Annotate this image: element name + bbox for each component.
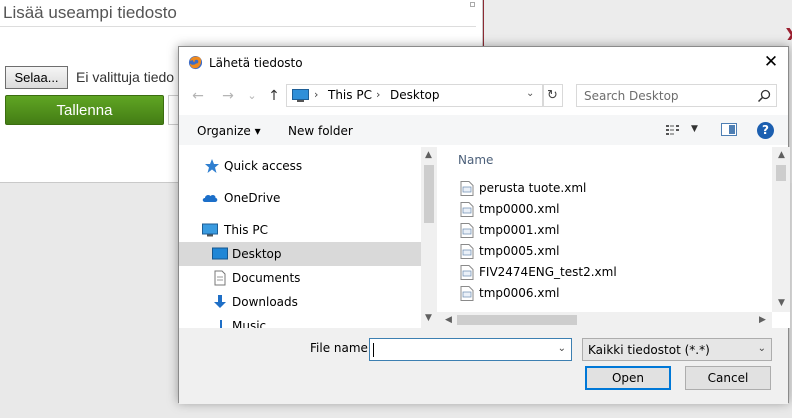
nav-item-label: Downloads xyxy=(232,295,298,309)
file-name: perusta tuote.xml xyxy=(479,181,587,195)
file-type-value: Kaikki tiedostot (*.*) xyxy=(588,343,710,357)
file-name: tmp0005.xml xyxy=(479,244,560,258)
file-name: tmp0006.xml xyxy=(479,286,560,300)
scroll-left-icon[interactable]: ◀ xyxy=(441,315,456,325)
browse-button[interactable]: Selaa... xyxy=(5,66,68,89)
file-name: tmp0000.xml xyxy=(479,202,560,216)
recent-locations-icon[interactable]: ⌄ xyxy=(243,87,261,105)
nav-item-label: Music xyxy=(232,319,267,328)
column-header-name[interactable]: Name xyxy=(458,153,493,167)
file-name: FIV2474ENG_test2.xml xyxy=(479,265,617,279)
help-icon[interactable]: ? xyxy=(757,122,774,139)
nav-item-onedrive[interactable]: OneDrive xyxy=(179,186,421,210)
chevron-down-icon[interactable]: ⌄ xyxy=(526,88,534,99)
document-icon xyxy=(214,270,226,286)
scroll-up-icon[interactable]: ▲ xyxy=(774,150,789,160)
up-icon[interactable]: ↑ xyxy=(265,87,283,105)
nav-item-label: Desktop xyxy=(232,247,282,261)
preview-pane-icon[interactable] xyxy=(721,123,737,136)
nav-item-label: OneDrive xyxy=(224,191,281,205)
chevron-down-icon[interactable]: ⌄ xyxy=(558,343,566,354)
resize-handle[interactable] xyxy=(470,2,475,7)
list-item[interactable]: perusta tuote.xml xyxy=(460,178,760,199)
nav-item-quick-access[interactable]: Quick access xyxy=(179,154,421,178)
breadcrumb-this-pc[interactable]: This PC xyxy=(328,88,372,102)
open-button[interactable]: Open xyxy=(585,366,671,390)
breadcrumb-separator[interactable]: › xyxy=(376,88,380,101)
file-name: tmp0001.xml xyxy=(479,223,560,237)
nav-item-label: This PC xyxy=(224,223,268,237)
list-item[interactable]: FIV2474ENG_test2.xml xyxy=(460,262,760,283)
breadcrumb-separator: › xyxy=(314,88,319,101)
nav-item-documents[interactable]: Documents xyxy=(179,266,421,290)
file-type-select[interactable]: Kaikki tiedostot (*.*) ⌄ xyxy=(582,338,772,361)
back-icon[interactable]: ← xyxy=(189,87,207,105)
navigation-pane: Quick access OneDrive This PC Desktop Do… xyxy=(179,147,437,328)
scroll-right-icon[interactable]: ▶ xyxy=(755,315,770,325)
scroll-down-icon[interactable]: ▼ xyxy=(774,298,789,308)
chevron-down-icon[interactable]: ⌄ xyxy=(758,343,766,354)
file-name-label: File name: xyxy=(310,341,372,355)
nav-scrollbar[interactable]: ▲ ▼ xyxy=(421,147,437,328)
search-input[interactable]: Search Desktop xyxy=(576,84,777,107)
title-divider xyxy=(0,26,476,27)
xml-file-icon xyxy=(460,202,474,217)
xml-file-icon xyxy=(460,265,474,280)
decorative-mark: ❯ xyxy=(783,28,792,40)
scroll-thumb[interactable] xyxy=(424,165,434,223)
list-item[interactable]: tmp0000.xml xyxy=(460,199,760,220)
file-list: Name perusta tuote.xml tmp0000.xml tmp00… xyxy=(437,147,790,328)
file-list-vscrollbar[interactable]: ▲ ▼ xyxy=(772,147,790,312)
dialog-titlebar[interactable]: Lähetä tiedosto ✕ xyxy=(179,47,788,78)
nav-item-this-pc[interactable]: This PC xyxy=(179,218,421,242)
list-item[interactable]: tmp0006.xml xyxy=(460,283,760,304)
breadcrumb-desktop[interactable]: Desktop xyxy=(390,88,440,102)
close-icon[interactable]: ✕ xyxy=(762,53,780,71)
scroll-thumb[interactable] xyxy=(457,315,577,325)
xml-file-icon xyxy=(460,223,474,238)
refresh-icon[interactable]: ↻ xyxy=(542,84,563,107)
nav-item-label: Quick access xyxy=(224,159,303,173)
desktop-icon xyxy=(212,247,228,260)
star-icon xyxy=(205,159,219,173)
nav-item-desktop[interactable]: Desktop xyxy=(179,242,421,266)
text-caret xyxy=(373,343,374,357)
nav-item-music[interactable]: Music xyxy=(179,314,421,328)
music-icon xyxy=(220,320,222,328)
dialog-footer: File name: ⌄ Kaikki tiedostot (*.*) ⌄ Op… xyxy=(179,328,788,404)
computer-icon xyxy=(202,223,218,237)
view-options-icon[interactable] xyxy=(666,124,682,136)
organize-button[interactable]: Organize ▾ xyxy=(197,124,261,138)
file-list-hscrollbar[interactable]: ◀ ▶ xyxy=(437,312,772,328)
no-file-text: Ei valittuja tiedo xyxy=(76,69,175,85)
address-bar[interactable]: › This PC › Desktop ⌄ xyxy=(286,84,544,107)
new-folder-button[interactable]: New folder xyxy=(288,124,353,138)
nav-item-downloads[interactable]: Downloads xyxy=(179,290,421,314)
firefox-icon xyxy=(188,55,203,70)
computer-icon xyxy=(292,89,309,102)
scroll-thumb[interactable] xyxy=(776,165,786,181)
xml-file-icon xyxy=(460,181,474,196)
file-name-input[interactable]: ⌄ xyxy=(369,338,572,361)
xml-file-icon xyxy=(460,244,474,259)
scroll-up-icon[interactable]: ▲ xyxy=(421,150,436,160)
list-item[interactable]: tmp0005.xml xyxy=(460,241,760,262)
dialog-title: Lähetä tiedosto xyxy=(209,56,303,70)
file-upload-dialog: Lähetä tiedosto ✕ ← → ⌄ ↑ › This PC › De… xyxy=(178,46,790,404)
view-dropdown-icon[interactable]: ▼ xyxy=(691,124,698,134)
download-icon xyxy=(214,295,226,308)
scroll-down-icon[interactable]: ▼ xyxy=(421,313,436,323)
search-placeholder: Search Desktop xyxy=(584,89,679,103)
list-item[interactable]: tmp0001.xml xyxy=(460,220,760,241)
xml-file-icon xyxy=(460,286,474,301)
forward-icon[interactable]: → xyxy=(219,87,237,105)
nav-item-label: Documents xyxy=(232,271,301,285)
dialog-toolbar: Organize ▾ New folder ▼ xyxy=(179,115,788,145)
cancel-button[interactable]: Cancel xyxy=(685,366,771,390)
page-title: Lisää useampi tiedosto xyxy=(3,3,177,22)
cloud-icon xyxy=(202,194,218,202)
save-button[interactable]: Tallenna xyxy=(5,95,164,125)
search-icon xyxy=(757,89,771,103)
